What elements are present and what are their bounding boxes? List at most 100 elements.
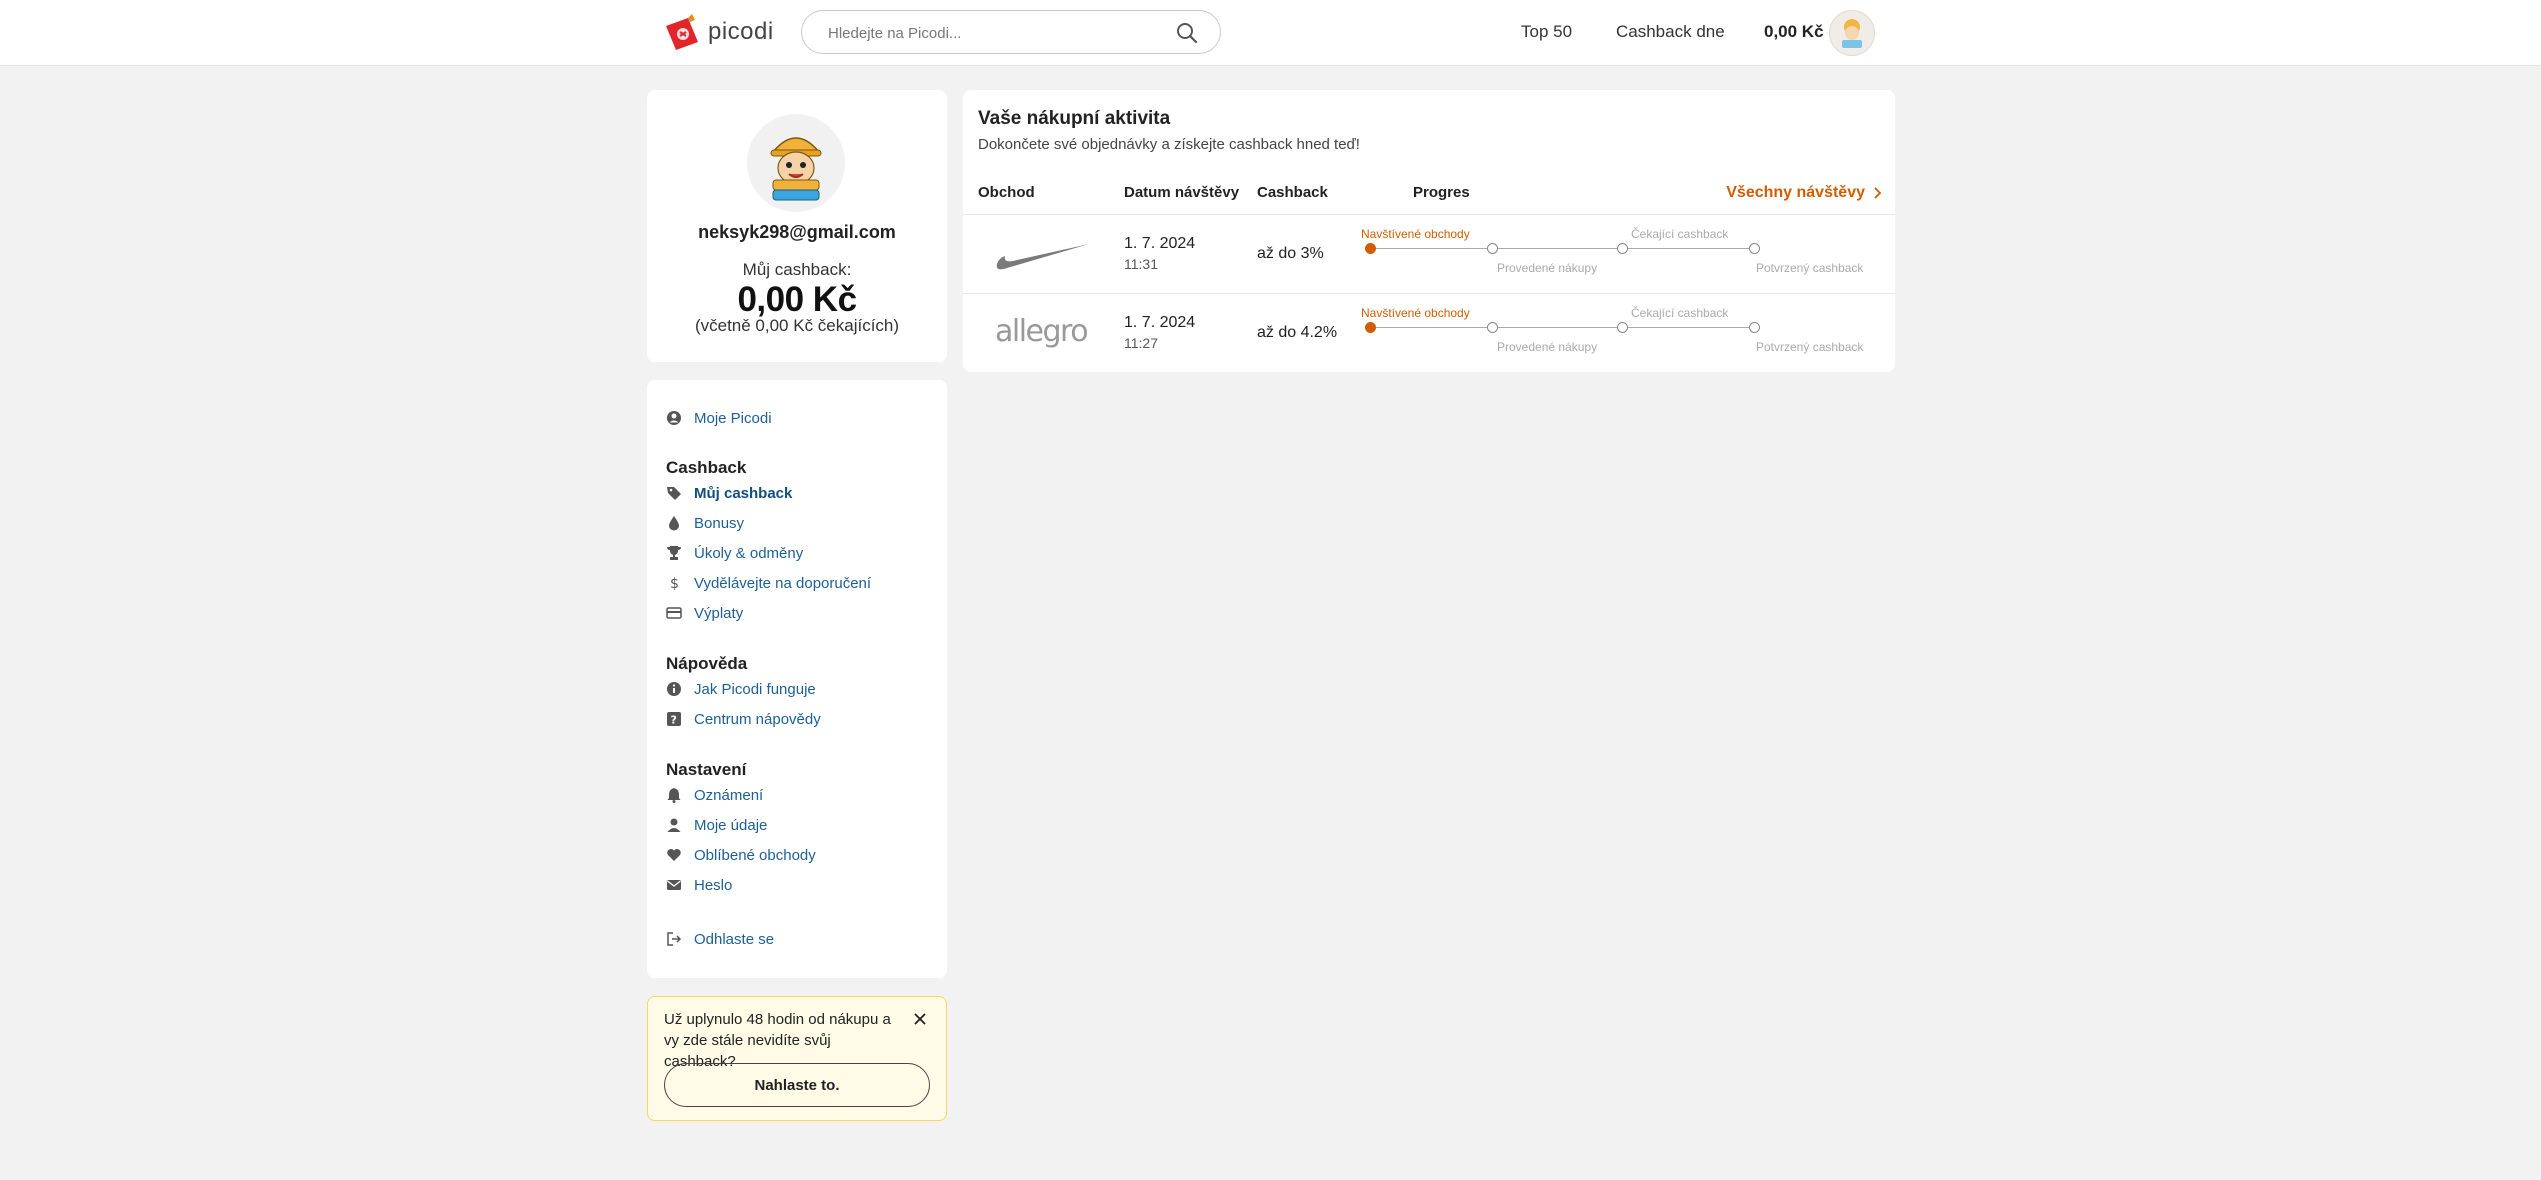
step-label-pending: Čekající cashback [1631,227,1729,241]
step-label-visited: Navštívené obchody [1361,227,1470,241]
progress-line [1627,327,1749,328]
progress-line [1375,248,1489,249]
menu-label: Bonusy [694,514,745,532]
row-divider [963,214,1895,215]
profile-avatar [747,114,845,212]
progress-dot [1487,243,1498,254]
progress-line [1497,248,1619,249]
menu-moje-picodi[interactable]: Moje Picodi [666,407,772,429]
menu-label: Jak Picodi funguje [694,680,816,698]
menu-label: Odhlaste se [694,930,775,948]
step-label-visited: Navštívené obchody [1361,306,1470,320]
activity-subtitle: Dokončete své objednávky a získejte cash… [978,136,1360,153]
question-icon: ? [666,711,682,727]
menu-label: Vydělávejte na doporučení [694,574,872,592]
progress-tracker: Navštívené obchody Čekající cashback Pro… [1361,227,1881,277]
menu-label: Heslo [694,876,733,894]
column-header-progress: Progres [1413,184,1470,201]
visit-time: 11:27 [1124,335,1158,351]
menu-jak-funguje[interactable]: Jak Picodi funguje [666,678,816,700]
column-header-cashback: Cashback [1257,184,1328,201]
menu-label: Oblíbené obchody [694,846,816,864]
svg-text:$: $ [670,576,679,591]
tag-icon [666,485,682,501]
menu-moje-udaje[interactable]: Moje údaje [666,814,767,836]
info-icon [666,681,682,697]
step-label-confirmed: Potvrzený cashback [1756,261,1864,275]
trophy-icon [666,545,682,561]
visit-date: 1. 7. 2024 [1124,235,1196,252]
dollar-icon: $ [666,575,682,592]
menu-section-nastaveni: Nastavení [666,760,747,779]
allegro-logo[interactable]: allegro [993,312,1093,352]
menu-doporuceni[interactable]: $ Vydělávejte na doporučení [666,572,871,594]
all-visits-label: Všechny návštěvy [1726,184,1865,201]
profile-card: neksyk298@gmail.com Můj cashback: 0,00 K… [647,90,947,362]
shopping-activity-card: Vaše nákupní aktivita Dokončete své obje… [963,90,1895,372]
menu-bonusy[interactable]: Bonusy [666,512,744,534]
picodi-logo-icon [662,12,702,52]
column-header-date: Datum návštěvy [1124,184,1240,201]
column-header-shop: Obchod [978,184,1035,201]
progress-dot-done [1365,243,1376,254]
step-label-purchases: Provedené nákupy [1497,261,1598,275]
header-balance[interactable]: 0,00 Kč [1764,22,1824,42]
menu-vyplaty[interactable]: Výplaty [666,602,743,624]
nav-top50[interactable]: Top 50 [1521,22,1572,42]
activity-title: Vaše nákupní aktivita [978,108,1171,129]
progress-tracker: Navštívené obchody Čekající cashback Pro… [1361,306,1881,356]
picodi-logo[interactable]: picodi [662,12,774,52]
row-divider [963,293,1895,294]
report-button[interactable]: Nahlaste to. [664,1063,930,1107]
svg-text:?: ? [671,714,677,727]
menu-label: Úkoly & odměny [694,544,804,562]
progress-dot [1749,243,1760,254]
progress-line [1497,327,1619,328]
progress-dot-done [1365,322,1376,333]
menu-label: Centrum nápovědy [694,710,821,728]
cashback-rate: až do 4.2% [1257,324,1338,341]
menu-label: Moje Picodi [694,409,772,427]
person-icon [666,817,682,833]
menu-centrum-napovedy[interactable]: ? Centrum nápovědy [666,708,821,730]
menu-label: Můj cashback [694,484,793,502]
menu-oblibene-obchody[interactable]: Oblíbené obchody [666,844,816,866]
heart-icon [666,847,682,863]
all-visits-link[interactable]: Všechny návštěvy [1726,184,1883,202]
search-icon[interactable] [1176,22,1198,44]
chevron-right-icon [1873,186,1883,200]
cashback-value: 0,00 Kč [737,280,857,319]
menu-oznameni[interactable]: Oznámení [666,784,763,806]
svg-text:allegro: allegro [995,314,1087,349]
search-input[interactable] [826,11,1170,55]
step-label-purchases: Provedené nákupy [1497,340,1598,354]
profile-email: neksyk298@gmail.com [698,222,896,242]
progress-dot [1617,322,1628,333]
nav-cashback-dne[interactable]: Cashback dne [1616,22,1725,42]
user-circle-icon [666,410,682,426]
progress-line [1375,327,1489,328]
user-avatar[interactable] [1829,10,1875,56]
logout-icon [666,931,682,947]
menu-ukoly[interactable]: Úkoly & odměny [666,542,803,564]
envelope-icon [666,877,682,893]
account-menu: Moje Picodi Cashback Můj cashback Bonusy… [647,380,947,978]
search-bar [801,10,1221,55]
menu-section-cashback: Cashback [666,458,747,477]
menu-muj-cashback[interactable]: Můj cashback [666,482,792,504]
step-label-pending: Čekající cashback [1631,306,1729,320]
credit-card-icon [666,605,682,621]
missing-cashback-notice: Už uplynulo 48 hodin od nákupu a vy zde … [647,996,947,1121]
menu-label: Výplaty [694,604,744,622]
visit-time: 11:31 [1124,256,1158,272]
progress-dot [1749,322,1760,333]
step-label-confirmed: Potvrzený cashback [1756,340,1864,354]
menu-logout[interactable]: Odhlaste se [666,928,774,950]
menu-heslo[interactable]: Heslo [666,874,732,896]
nike-logo[interactable] [993,234,1093,274]
cashback-rate: až do 3% [1257,245,1324,262]
cashback-pending: (včetně 0,00 Kč čekajících) [694,316,900,335]
progress-dot [1617,243,1628,254]
menu-label: Oznámení [694,786,764,804]
close-icon[interactable] [912,1011,928,1027]
